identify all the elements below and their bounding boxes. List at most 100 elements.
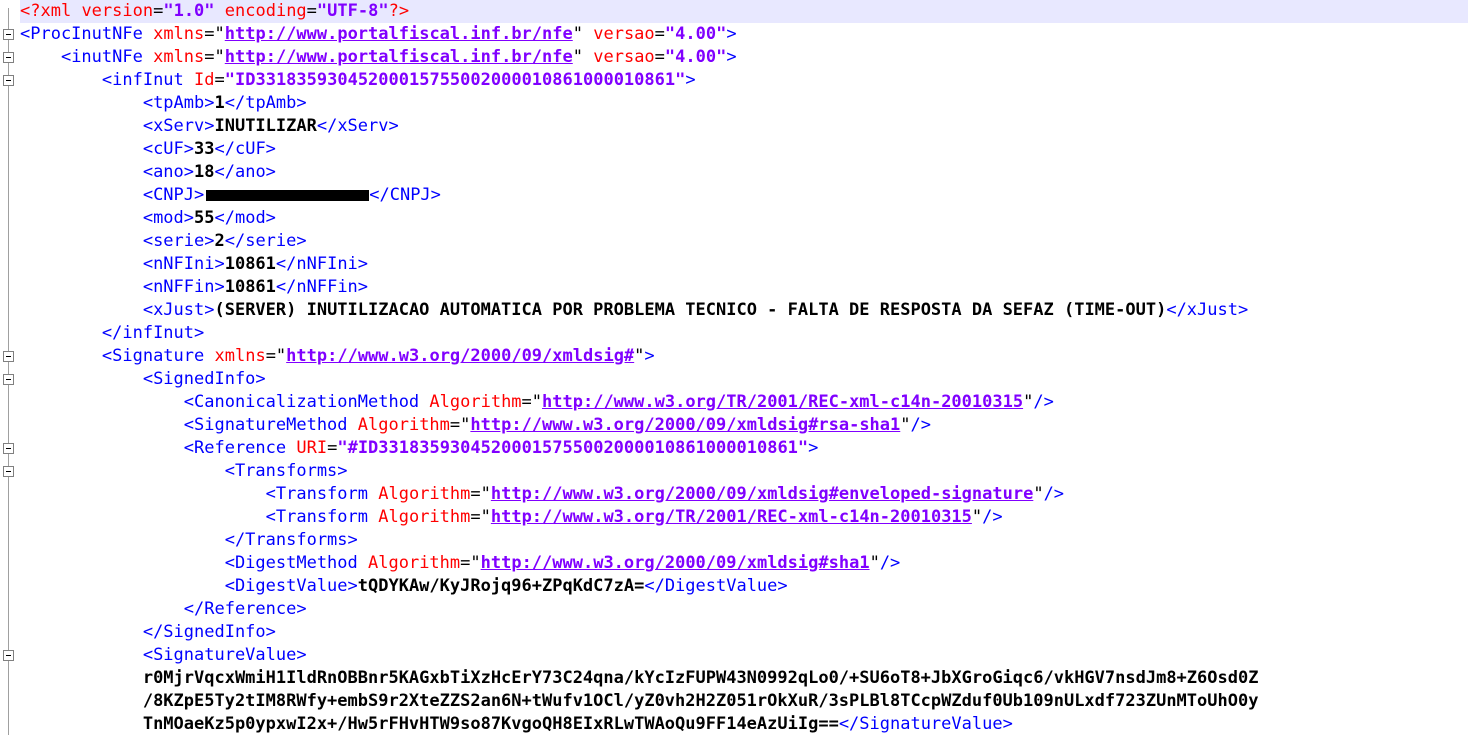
- url-link[interactable]: http://www.portalfiscal.inf.br/nfe: [225, 47, 573, 67]
- tag-open: <Reference: [183, 438, 287, 458]
- url-link[interactable]: http://www.w3.org/TR/2001/REC-xml-c14n-2…: [542, 392, 1023, 412]
- tag-open: <Transforms>: [224, 461, 348, 481]
- code-line-reference-close[interactable]: </Reference>: [20, 598, 1468, 621]
- code-line-digestvalue[interactable]: <DigestValue>tQDYKAw/KyJRojq96+ZPqKdC7zA…: [20, 575, 1468, 598]
- code-line-procinutnfe[interactable]: <ProcInutNFe xmlns="http://www.portalfis…: [20, 23, 1468, 46]
- attr-value: "4.00": [664, 47, 727, 67]
- element-value: 2: [214, 231, 225, 251]
- tag-close: </DigestValue>: [644, 576, 788, 596]
- fold-toggle-icon[interactable]: [3, 443, 14, 454]
- code-line-transforms-close[interactable]: </Transforms>: [20, 529, 1468, 552]
- url-link[interactable]: http://www.w3.org/2000/09/xmldsig#envelo…: [491, 484, 1033, 504]
- code-line-xserv[interactable]: <xServ>INUTILIZAR</xServ>: [20, 115, 1468, 138]
- tag-open: <infInut: [101, 70, 184, 90]
- tag-open: <ano>: [142, 162, 195, 182]
- code-line-signaturevalue-data-2[interactable]: /8KZpE5Ty2tIM8RWfy+embS9r2XteZZS2an6N+tW…: [20, 690, 1468, 713]
- code-line-reference[interactable]: <Reference URI="#ID331835930452000157550…: [20, 437, 1468, 460]
- code-line-signaturevalue-data-1[interactable]: r0MjrVqcxWmiH1IldRnOBBnr5KAGxbTiXzHcErY7…: [20, 667, 1468, 690]
- tag-end: >: [644, 346, 655, 366]
- tag-open: <Signature: [101, 346, 205, 366]
- element-value: 18: [194, 162, 215, 182]
- code-line-signature[interactable]: <Signature xmlns="http://www.w3.org/2000…: [20, 345, 1468, 368]
- element-value: 33: [194, 139, 215, 159]
- code-line-canonicalization[interactable]: <CanonicalizationMethod Algorithm="http:…: [20, 391, 1468, 414]
- url-link[interactable]: http://www.w3.org/2000/09/xmldsig#rsa-sh…: [470, 415, 900, 435]
- tag-close: </ano>: [214, 162, 276, 182]
- tag-open: <SignedInfo>: [142, 369, 266, 389]
- attr-name: xmlns: [153, 47, 205, 67]
- code-line-nnfini[interactable]: <nNFIni>10861</nNFIni>: [20, 253, 1468, 276]
- tag-end: />: [1033, 392, 1054, 412]
- code-line-xml-declaration[interactable]: <?xml version="1.0" encoding="UTF-8"?>: [20, 0, 1468, 23]
- tag-close: </xJust>: [1166, 300, 1249, 320]
- tag-open: <tpAmb>: [142, 93, 215, 113]
- code-line-mod[interactable]: <mod>55</mod>: [20, 207, 1468, 230]
- tag-close: </cUF>: [214, 139, 276, 159]
- redacted-value: [206, 189, 370, 201]
- attr-value: "1.0": [163, 1, 215, 21]
- attr-value: "ID3318359304520001575500200001086100001…: [224, 70, 686, 90]
- tag-end: />: [1043, 484, 1065, 504]
- fold-toggle-icon[interactable]: [3, 374, 14, 385]
- tag-close: </mod>: [214, 208, 276, 228]
- tag-close: </xServ>: [316, 116, 399, 136]
- attr-name: Id: [194, 70, 215, 90]
- code-line-nnffin[interactable]: <nNFFin>10861</nNFFin>: [20, 276, 1468, 299]
- code-line-infinut[interactable]: <infInut Id="ID3318359304520001575500200…: [20, 69, 1468, 92]
- element-value: INUTILIZAR: [214, 116, 317, 136]
- url-link[interactable]: http://www.w3.org/2000/09/xmldsig#: [286, 346, 634, 366]
- fold-toggle-icon[interactable]: [3, 52, 14, 63]
- code-line-cuf[interactable]: <cUF>33</cUF>: [20, 138, 1468, 161]
- code-line-signaturevalue[interactable]: <SignatureValue>: [20, 644, 1468, 667]
- code-line-xjust[interactable]: <xJust>(SERVER) INUTILIZACAO AUTOMATICA …: [20, 299, 1468, 322]
- tag-open: <xJust>: [142, 300, 215, 320]
- code-line-serie[interactable]: <serie>2</serie>: [20, 230, 1468, 253]
- url-link[interactable]: http://www.w3.org/TR/2001/REC-xml-c14n-2…: [491, 507, 972, 527]
- url-link[interactable]: http://www.portalfiscal.inf.br/nfe: [225, 24, 573, 44]
- fold-toggle-icon[interactable]: [3, 466, 14, 477]
- attr-name: versao: [593, 24, 655, 44]
- code-line-tpamb[interactable]: <tpAmb>1</tpAmb>: [20, 92, 1468, 115]
- code-line-cnpj[interactable]: <CNPJ> </CNPJ>: [20, 184, 1468, 207]
- code-line-transforms[interactable]: <Transforms>: [20, 460, 1468, 483]
- code-line-signaturevalue-data-3[interactable]: TnMOaeKz5p0ypxwI2x+/Hw5rFHvHTW9so87KvgoQ…: [20, 713, 1468, 735]
- fold-line: [8, 8, 9, 735]
- tag-close: </SignedInfo>: [142, 622, 276, 642]
- element-value: 10861: [224, 277, 276, 297]
- fold-toggle-icon[interactable]: [3, 29, 14, 40]
- code-line-signedinfo[interactable]: <SignedInfo>: [20, 368, 1468, 391]
- xml-decl-close: ?>: [388, 1, 410, 21]
- attr-name: xmlns: [214, 346, 266, 366]
- fold-toggle-icon[interactable]: [3, 650, 14, 661]
- code-line-transform-1[interactable]: <Transform Algorithm="http://www.w3.org/…: [20, 483, 1468, 506]
- attr-name: Algorithm: [357, 415, 450, 435]
- tag-end: />: [879, 553, 901, 573]
- code-line-signaturemethod[interactable]: <SignatureMethod Algorithm="http://www.w…: [20, 414, 1468, 437]
- element-value: TnMOaeKz5p0ypxwI2x+/Hw5rFHvHTW9so87KvgoQ…: [142, 714, 839, 734]
- attr-value: "#ID331835930452000157550020000108610000…: [337, 438, 809, 458]
- url-link[interactable]: http://www.w3.org/2000/09/xmldsig#sha1: [481, 553, 870, 573]
- code-line-transform-2[interactable]: <Transform Algorithm="http://www.w3.org/…: [20, 506, 1468, 529]
- tag-close: </CNPJ>: [369, 185, 441, 205]
- code-area[interactable]: <?xml version="1.0" encoding="UTF-8"?> <…: [20, 0, 1468, 735]
- fold-toggle-icon[interactable]: [3, 351, 14, 362]
- code-line-ano[interactable]: <ano>18</ano>: [20, 161, 1468, 184]
- code-line-inutnfe[interactable]: <inutNFe xmlns="http://www.portalfiscal.…: [20, 46, 1468, 69]
- tag-open: <cUF>: [142, 139, 195, 159]
- code-line-infinut-close[interactable]: </infInut>: [20, 322, 1468, 345]
- tag-close: </nNFFin>: [275, 277, 369, 297]
- code-line-signedinfo-close[interactable]: </SignedInfo>: [20, 621, 1468, 644]
- element-value: 10861: [224, 254, 276, 274]
- element-value: tQDYKAw/KyJRojq96+ZPqKdC7zA=: [357, 576, 645, 596]
- tag-open: <xServ>: [142, 116, 215, 136]
- tag-open: <inutNFe: [60, 47, 143, 67]
- tag-close: </SignatureValue>: [838, 714, 1013, 734]
- xml-editor[interactable]: <?xml version="1.0" encoding="UTF-8"?> <…: [0, 0, 1468, 735]
- attr-value: "4.00": [664, 24, 727, 44]
- tag-open: <mod>: [142, 208, 195, 228]
- element-value: r0MjrVqcxWmiH1IldRnOBBnr5KAGxbTiXzHcErY7…: [142, 668, 1259, 688]
- tag-close: </tpAmb>: [224, 93, 307, 113]
- tag-open: <SignatureMethod: [183, 415, 348, 435]
- fold-toggle-icon[interactable]: [3, 75, 14, 86]
- code-line-digestmethod[interactable]: <DigestMethod Algorithm="http://www.w3.o…: [20, 552, 1468, 575]
